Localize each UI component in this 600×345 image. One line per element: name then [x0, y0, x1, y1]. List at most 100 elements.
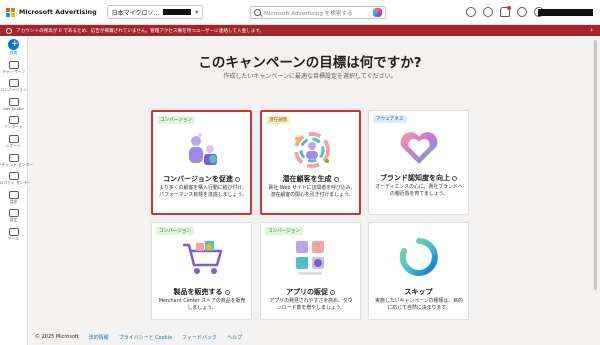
card-title: 潜在顧客を生成 — [262, 174, 359, 184]
card-title: 製品を販売する — [152, 287, 251, 297]
sidebar-item-plus[interactable]: 作成 — [0, 39, 28, 56]
page-title: このキャンペーンの目標は何ですか? — [198, 55, 422, 71]
sidebar-item-label: プロパティ センター — [0, 180, 32, 186]
goal-card-conversions[interactable]: コンバージョン コンバージョンを促進 より多くの顧客を購入行動に結び付け、パフォ… — [151, 110, 252, 215]
plus-icon — [8, 39, 19, 50]
goal-card-skip[interactable]: スキップ 実施したいキャンペーンの種類は、目的に応じて自然に決まります。 — [368, 222, 469, 320]
goal-card-app-promotion[interactable]: コンバージョン アプリの販促 アプリの発見されやすさを高め、ダウンロード数を増や… — [260, 222, 361, 320]
billing-icon — [8, 190, 19, 199]
sidebar-item-settings[interactable]: 設定 — [0, 209, 28, 223]
card-title-text: コンバージョンを促進 — [163, 175, 233, 183]
sidebar-item-conversion[interactable]: コンバージョン — [0, 79, 28, 93]
settings-icon — [8, 209, 19, 218]
card-description: より多くの顧客を購入行動に結び付け、パフォーマンス目標を達成しましょう。 — [159, 185, 247, 198]
footer-link-privacy[interactable]: プライバシーと Cookie — [119, 334, 172, 341]
sidebar-item-store[interactable]: マーチャント センター — [0, 153, 33, 168]
goal-card-awareness[interactable]: アウェアネス ブランド認知度を向上 オーディエンスの心に、貴社ブランドへの親近感… — [368, 110, 469, 215]
main-content: このキャンペーンの目標は何ですか? 作成したいキャンペーンに最適な目標設定を選択… — [29, 36, 591, 345]
megaphone-icon — [8, 60, 19, 69]
footer-link-feedback[interactable]: フィードバック — [182, 334, 217, 341]
goal-card-sell-products[interactable]: コンバージョン 製品を販売する Merchant Center ストアの商品を販… — [151, 222, 252, 320]
account-selector[interactable]: 日本マイクロソ... ▾ — [106, 5, 204, 19]
app-grid-illustration-icon — [296, 241, 324, 275]
redacted-user-name[interactable] — [538, 9, 593, 16]
sidebar-item-billing[interactable]: 請求 — [0, 190, 28, 205]
footer-link-legal[interactable]: 法的情報 — [89, 334, 109, 341]
card-description: アプリの発見されやすさを高め、ダウンロード数を増やしましょう。 — [269, 298, 353, 311]
info-icon[interactable] — [452, 175, 457, 181]
scrollbar-thumb[interactable] — [594, 40, 597, 290]
copilot-icon[interactable] — [373, 8, 382, 17]
help-icon[interactable] — [517, 7, 527, 17]
card-title-text: ブランド認知度を向上 — [380, 174, 450, 182]
card-title-text: アプリの販促 — [286, 288, 328, 296]
search-input[interactable]: Microsoft Advertising を検索する — [264, 9, 373, 17]
sidebar-item-import[interactable]: インポート — [0, 116, 28, 130]
scrollbar[interactable] — [593, 40, 598, 330]
info-icon[interactable] — [224, 289, 230, 295]
info-icon[interactable] — [333, 176, 339, 182]
store-icon — [8, 153, 19, 162]
skip-ring-illustration-icon — [399, 238, 438, 276]
lightbulb-icon[interactable] — [466, 7, 476, 17]
close-icon[interactable]: › — [590, 26, 593, 34]
megaphone-icon[interactable] — [483, 7, 493, 17]
brand[interactable]: Microsoft Advertising — [6, 7, 97, 17]
sidebar: 作成キャンペーンコンバージョン Ads Studio インポートレポートマーチャント… — [0, 36, 33, 345]
sidebar-item-megaphone[interactable]: キャンペーン — [0, 60, 28, 75]
sidebar-item-label: 作成 — [9, 50, 18, 55]
sidebar-item-label: レポート — [5, 142, 22, 148]
sidebar-item-studio[interactable]: Ads Studio — [0, 97, 28, 112]
property-icon — [8, 172, 19, 181]
card-description: オーディエンスの心に、貴社ブランドへの親近感を育てましょう。 — [375, 184, 463, 197]
sidebar-item-label: 請求 — [9, 198, 18, 204]
sidebar-item-property[interactable]: プロパティ センター — [0, 172, 32, 186]
account-name: 日本マイクロソ... — [111, 9, 160, 17]
search-icon — [254, 9, 261, 16]
redacted-account-id — [163, 9, 192, 15]
card-description: 貴社 Web サイトに訪問者を呼び込み、潜在顧客の関心を引き付けましょう。 — [268, 185, 356, 198]
info-icon[interactable] — [330, 289, 335, 295]
card-badge: コンバージョン — [157, 116, 196, 124]
top-icons — [466, 6, 544, 17]
sidebar-item-report[interactable]: レポート — [0, 134, 28, 149]
studio-icon — [8, 97, 19, 106]
import-icon — [8, 116, 19, 125]
card-title-text: 製品を販売する — [173, 288, 223, 296]
sidebar-item-label: ツール — [7, 235, 20, 241]
sidebar-item-label: 設定 — [9, 217, 18, 223]
card-title-text: スキップ — [404, 288, 433, 296]
sidebar-item-label: コンバージョン — [0, 87, 27, 93]
card-title: アプリの販促 — [261, 287, 360, 297]
card-badge: アウェアネス — [373, 115, 407, 123]
conversion-icon — [8, 79, 19, 88]
microsoft-logo-icon — [6, 7, 15, 17]
sidebar-item-tools[interactable]: ツール — [0, 227, 28, 242]
brand-name: Microsoft Advertising — [19, 8, 97, 16]
card-badge: 潜在顧客 — [266, 116, 291, 124]
sidebar-item-label: キャンペーン — [2, 68, 25, 74]
sidebar-item-label: インポート — [4, 124, 23, 130]
card-title: ブランド認知度を向上 — [369, 173, 468, 183]
info-icon[interactable] — [234, 176, 240, 182]
chevron-down-icon: ▾ — [195, 8, 199, 16]
copyright: © 2025 Microsoft — [35, 334, 79, 340]
heart-illustration-icon — [400, 132, 438, 164]
card-title: スキップ — [369, 287, 468, 297]
top-bar: Microsoft Advertising 日本マイクロソ... ▾ Micro… — [0, 0, 600, 25]
footer: © 2025 Microsoft 法的情報 プライバシーと Cookie フィー… — [35, 334, 242, 341]
card-title-text: 潜在顧客を生成 — [282, 175, 332, 183]
report-icon — [8, 134, 19, 143]
page-subtitle: 作成したいキャンペーンに最適な目標設定を選択してください。 — [223, 73, 397, 80]
tools-icon — [8, 227, 19, 236]
goal-card-leads[interactable]: 潜在顧客 潜在顧客を生成 貴社 Web サイトに訪問者を呼び込み、潜在顧客の関心… — [260, 110, 361, 215]
search-box[interactable]: Microsoft Advertising を検索する — [250, 6, 386, 19]
alert-bar: アカウントの残高が 0 であるため、広告が掲載されていません。管理アクセス権を持… — [0, 25, 600, 36]
card-description: Merchant Center ストアの商品を販売しましょう。 — [158, 298, 246, 311]
sidebar-item-label: Ads Studio — [3, 105, 24, 111]
footer-link-help[interactable]: ヘルプ — [227, 334, 242, 341]
shopping-cart-illustration-icon — [183, 241, 223, 274]
bell-icon[interactable] — [500, 6, 511, 17]
error-icon — [6, 27, 12, 34]
card-title: コンバージョンを促進 — [153, 174, 250, 184]
